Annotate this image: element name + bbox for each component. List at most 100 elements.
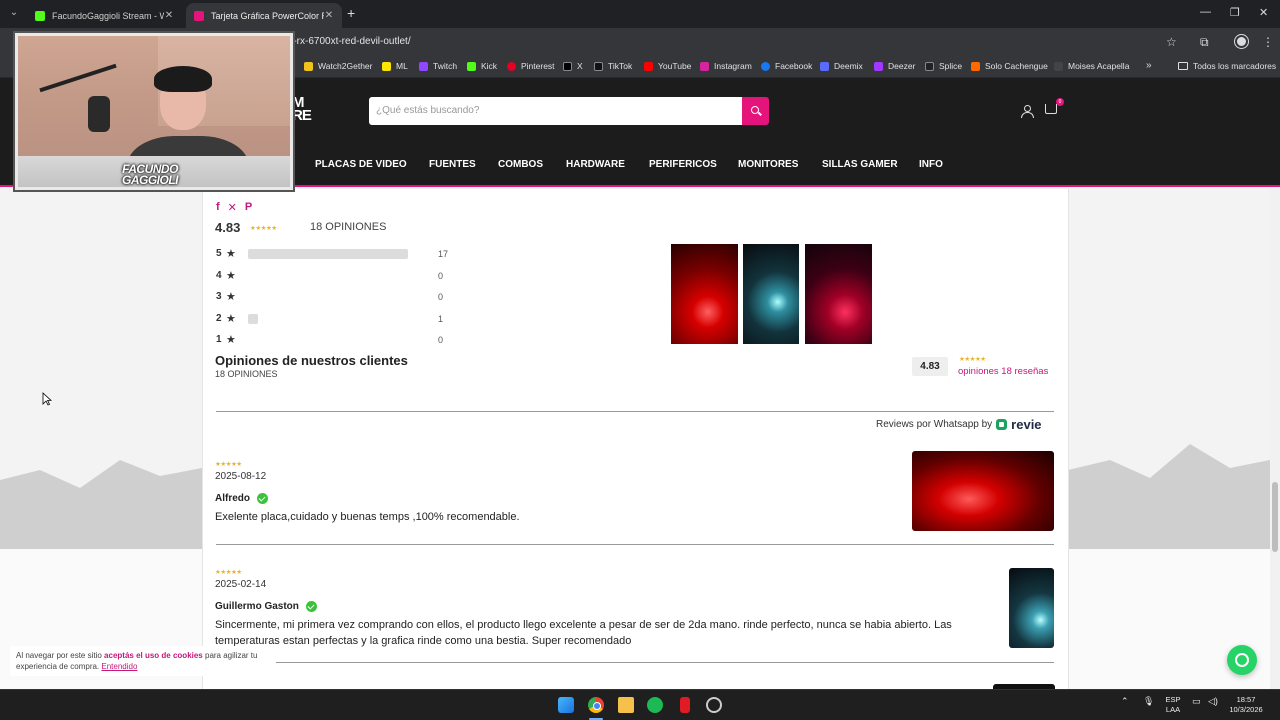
microphone-icon — [88, 96, 110, 132]
rating-row-count: 0 — [438, 335, 444, 345]
bookmark-deemix[interactable]: Deemix — [820, 61, 863, 71]
pinterest-share-icon[interactable]: P — [245, 201, 252, 214]
youtube-icon — [644, 61, 653, 71]
rating-bar — [248, 249, 417, 259]
tab-search-icon[interactable]: ⌄ — [6, 5, 22, 21]
tab-stream[interactable]: FacundoGaggioli Stream - Watc ✕ — [27, 3, 182, 28]
minimize-icon[interactable]: — — [1200, 6, 1211, 18]
tab-title: Tarjeta Gráfica PowerColor RX 6 — [211, 10, 324, 21]
bookmark-kick[interactable]: Kick — [467, 61, 497, 71]
twitch-icon — [419, 61, 428, 71]
star-icon: ★ — [226, 291, 236, 303]
site-logo[interactable]: M RE — [292, 95, 312, 123]
rating-row-2[interactable]: 2 ★ 1 — [216, 313, 456, 325]
more-menu-icon[interactable]: ⋮ — [1262, 35, 1274, 49]
nav-placas-de-video[interactable]: PLACAS DE VIDEO — [315, 159, 407, 170]
review-photo[interactable] — [1009, 568, 1054, 648]
obs-icon[interactable] — [706, 697, 722, 713]
customer-photo[interactable] — [805, 244, 872, 344]
bookmark-x[interactable]: X — [563, 61, 583, 71]
language-indicator[interactable]: ESP LAA — [1162, 695, 1184, 715]
extensions-icon[interactable]: ⧉ — [1200, 35, 1209, 50]
rating-row-1[interactable]: 1 ★ 0 — [216, 334, 456, 346]
customer-photo[interactable] — [743, 244, 799, 344]
deemix-icon — [820, 61, 829, 71]
revie-brand[interactable]: revie — [1011, 417, 1041, 432]
lang-bottom: LAA — [1165, 705, 1181, 714]
profile-avatar-icon[interactable] — [1235, 35, 1248, 48]
app-icon[interactable] — [680, 697, 690, 713]
review-photo[interactable] — [912, 451, 1054, 531]
bookmark-splice[interactable]: Splice — [925, 61, 962, 71]
clock[interactable]: 18:57 10/3/2026 — [1226, 695, 1266, 715]
nav-fuentes[interactable]: FUENTES — [429, 159, 476, 170]
review-author-name: Alfredo — [215, 493, 250, 504]
rating-row-4[interactable]: 4 ★ 0 — [216, 270, 456, 282]
average-stars-icon: ★★★★★ — [250, 225, 277, 232]
nav-info[interactable]: INFO — [919, 159, 943, 170]
tab-product[interactable]: Tarjeta Gráfica PowerColor RX 6 ✕ — [186, 3, 342, 28]
star-icon: ★ — [226, 248, 236, 260]
reviews-section-title: Opiniones de nuestros clientes — [215, 353, 408, 368]
bookmark-label: Pinterest — [521, 61, 555, 71]
bookmark-label: Twitch — [433, 61, 458, 71]
x-share-icon[interactable]: ✕ — [228, 201, 237, 214]
customer-photo[interactable] — [671, 244, 738, 344]
bookmark-star-icon[interactable]: ☆ — [1166, 35, 1177, 49]
bookmark-instagram[interactable]: Instagram — [700, 61, 752, 71]
bookmark-label: Watch2Gether — [318, 61, 373, 71]
bookmark-moises[interactable]: Moises Acapella — [1054, 61, 1129, 71]
bookmark-twitch[interactable]: Twitch — [419, 61, 457, 71]
bookmark-watch2gether[interactable]: Watch2Gether — [304, 61, 373, 71]
search-button[interactable] — [742, 97, 769, 125]
bookmark-youtube[interactable]: YouTube — [644, 61, 691, 71]
mic-tray-icon[interactable]: 🎙 — [1143, 696, 1154, 707]
close-tab-icon[interactable]: ✕ — [164, 10, 174, 21]
file-explorer-icon[interactable] — [618, 697, 634, 713]
stream-logo: FACUNDO GAGGIOLI — [122, 162, 179, 187]
bookmark-ml[interactable]: ML — [382, 61, 408, 71]
bookmark-solo-cachengue[interactable]: Solo Cachengue — [971, 61, 1048, 71]
spotify-icon[interactable] — [647, 697, 663, 713]
volume-icon[interactable]: ◁) — [1208, 696, 1218, 707]
scrollbar-thumb[interactable] — [1272, 482, 1278, 552]
close-window-icon[interactable]: ✕ — [1259, 6, 1268, 19]
bookmark-deezer[interactable]: Deezer — [874, 61, 915, 71]
rating-row-5[interactable]: 5 ★ 17 — [216, 248, 456, 260]
score-badge: 4.83 — [912, 357, 948, 376]
tray-overflow-icon[interactable]: ⌃ — [1121, 696, 1129, 707]
scrollbar[interactable] — [1270, 189, 1280, 689]
streamer-hair — [154, 66, 212, 92]
all-bookmarks-folder[interactable]: Todos los marcadores — [1178, 61, 1276, 71]
rating-row-label: 1 — [216, 334, 222, 345]
nav-monitores[interactable]: MONITORES — [738, 159, 798, 170]
network-icon[interactable]: ▭ — [1192, 696, 1201, 707]
close-tab-icon[interactable]: ✕ — [324, 10, 334, 21]
chrome-icon[interactable] — [588, 697, 604, 713]
nav-combos[interactable]: COMBOS — [498, 159, 543, 170]
nav-hardware[interactable]: HARDWARE — [566, 159, 625, 170]
search-input[interactable]: ¿Qué estás buscando? — [369, 97, 742, 125]
reviews-link[interactable]: opiniones 18 reseñas — [958, 366, 1048, 377]
new-tab-icon[interactable]: + — [347, 5, 355, 21]
nav-perifericos[interactable]: PERIFERICOS — [649, 159, 717, 170]
account-icon[interactable] — [1021, 105, 1034, 118]
whatsapp-icon[interactable] — [1227, 645, 1257, 675]
bookmark-tiktok[interactable]: TikTok — [594, 61, 632, 71]
rating-row-label: 4 — [216, 270, 222, 281]
windows-start-icon[interactable] — [558, 697, 574, 713]
rating-row-3[interactable]: 3 ★ 0 — [216, 291, 456, 303]
url-field[interactable]: r-rx-6700xt-red-devil-outlet/ — [290, 36, 411, 47]
bookmarks-overflow-icon[interactable]: » — [1146, 60, 1152, 71]
nav-sillas-gamer[interactable]: SILLAS GAMER — [822, 159, 898, 170]
review-date: 2025-02-14 — [215, 579, 267, 590]
rating-row-count: 17 — [438, 249, 449, 259]
facebook-share-icon[interactable]: f — [216, 201, 220, 214]
bookmark-facebook[interactable]: Facebook — [761, 61, 812, 71]
cookie-accept-link[interactable]: Entendido — [101, 662, 137, 671]
review-text: Exelente placa,cuidado y buenas temps ,1… — [215, 511, 520, 523]
cart-icon[interactable] — [1045, 104, 1057, 114]
powered-by: Reviews por Whatsapp by revie — [876, 417, 1042, 432]
restore-icon[interactable]: ❐ — [1230, 6, 1240, 19]
bookmark-pinterest[interactable]: Pinterest — [507, 61, 555, 71]
